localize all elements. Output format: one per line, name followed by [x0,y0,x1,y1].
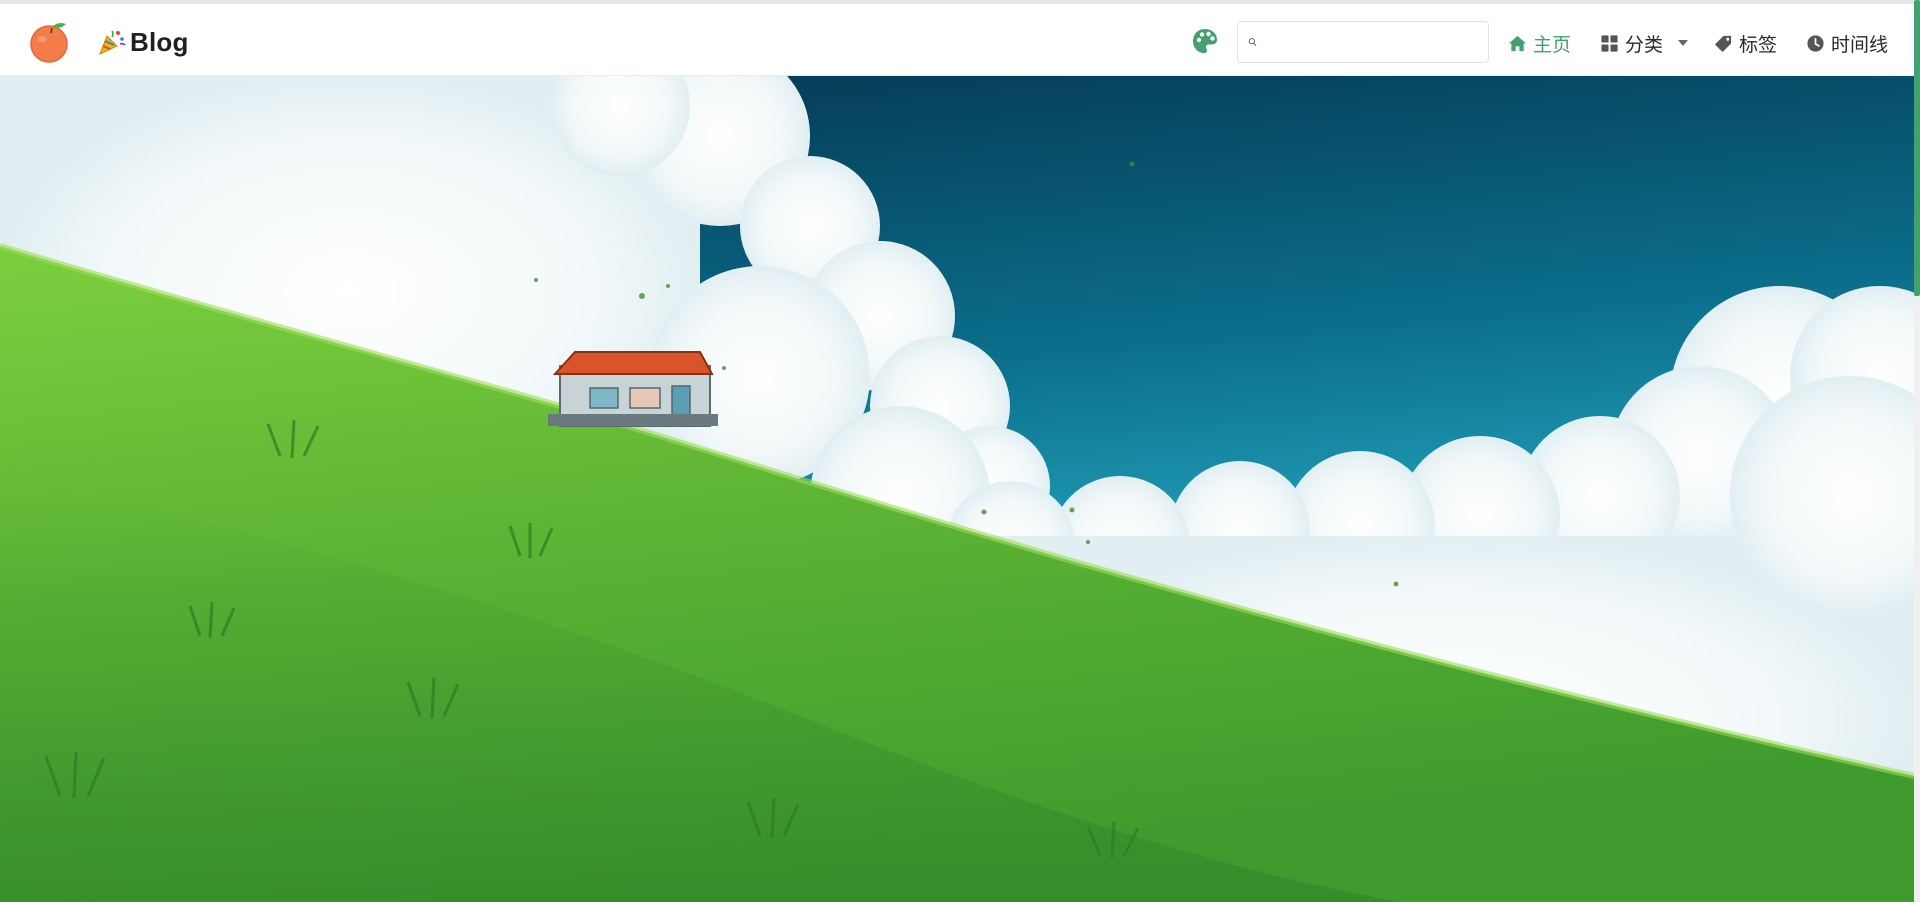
nav-category-label: 分类 [1625,33,1664,56]
search-input[interactable] [1263,24,1488,60]
palette-icon[interactable] [1190,26,1220,56]
scrollbar-thumb[interactable] [1914,0,1920,296]
orange-logo-icon[interactable] [28,20,72,64]
nav-item-tags[interactable]: 标签 [1714,30,1777,56]
caret-down-icon [1678,40,1689,46]
navbar: Blog 主页 分类 标签 时间线 [0,4,1914,76]
nav-item-category[interactable]: 分类 [1600,30,1689,56]
clock-icon [1807,34,1824,52]
page-scrollbar[interactable] [1914,0,1920,902]
house-illustration [548,351,718,427]
hero-illustration [0,76,1914,902]
hero-banner [0,76,1914,902]
nav-item-timeline[interactable]: 时间线 [1806,30,1888,56]
tag-icon [1714,35,1732,52]
search-icon [1248,38,1257,46]
grid-icon [1601,34,1618,52]
party-popper-icon [99,30,126,55]
nav-timeline-label: 时间线 [1831,33,1889,56]
search-box[interactable] [1237,21,1489,63]
nav-item-home[interactable]: 主页 [1508,30,1571,56]
brand[interactable]: Blog [96,27,189,57]
nav-home-label: 主页 [1533,33,1572,56]
home-icon [1508,35,1527,51]
brand-title: Blog [130,26,189,57]
nav-tags-label: 标签 [1739,33,1778,56]
